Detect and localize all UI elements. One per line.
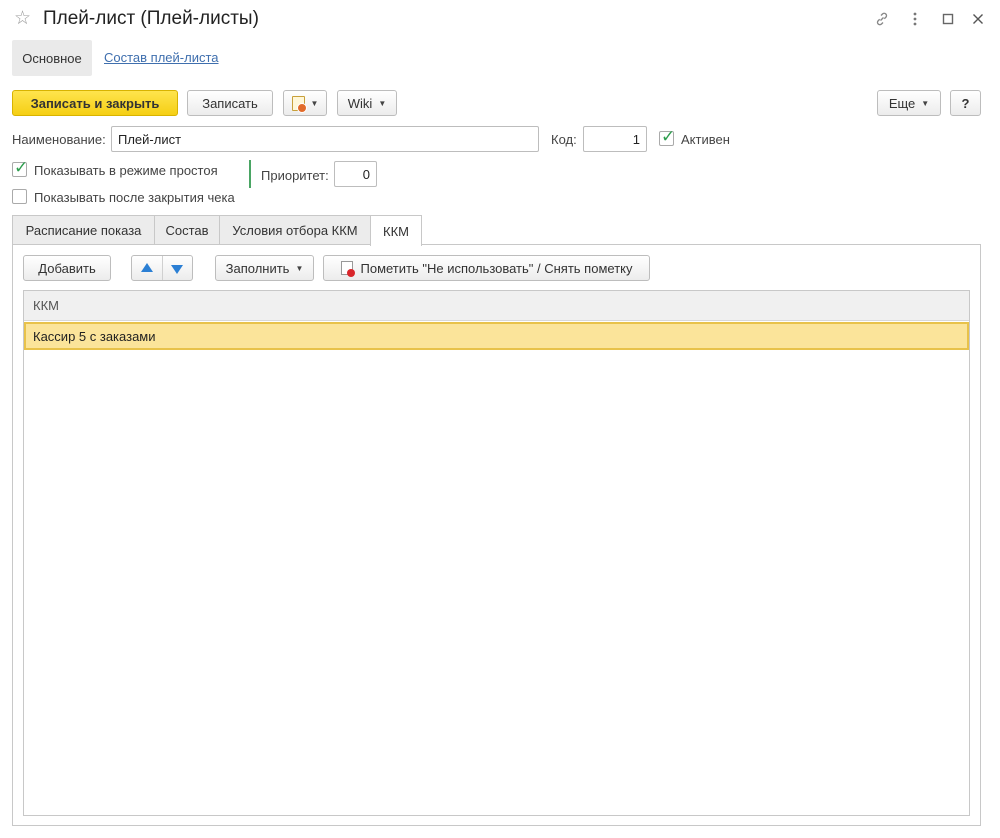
move-down-button[interactable]	[161, 256, 193, 280]
chevron-down-icon: ▼	[921, 98, 930, 108]
maximize-icon[interactable]	[936, 7, 960, 31]
active-label: Активен	[681, 132, 730, 147]
checkmark-icon: ✓	[661, 127, 676, 146]
group-divider	[249, 160, 251, 188]
name-label: Наименование:	[12, 132, 106, 147]
arrow-up-icon	[140, 262, 153, 272]
code-input[interactable]: 1	[583, 126, 647, 152]
fill-menu-button[interactable]: Заполнить ▼	[215, 255, 314, 281]
mark-unused-label: Пометить "Не использовать" / Снять помет…	[360, 260, 633, 276]
help-button[interactable]: ?	[950, 90, 981, 116]
move-up-button[interactable]	[132, 256, 162, 280]
column-header-kkm[interactable]: ККМ	[24, 291, 969, 321]
wiki-menu-button[interactable]: Wiki ▼	[337, 90, 397, 116]
more-actions-button[interactable]: Еще ▼	[877, 90, 941, 116]
more-label: Еще	[888, 95, 916, 111]
wiki-label: Wiki	[347, 95, 373, 111]
fill-label: Заполнить	[225, 260, 290, 276]
tab-kkm[interactable]: ККМ	[370, 215, 422, 246]
close-icon[interactable]	[966, 7, 990, 31]
kkm-tab-panel: Добавить Заполнить ▼ Пометить "Не исполь…	[12, 244, 981, 826]
chevron-down-icon: ▼	[295, 263, 304, 273]
more-vertical-icon[interactable]	[903, 7, 927, 31]
code-label: Код:	[551, 132, 577, 147]
add-button[interactable]: Добавить	[23, 255, 111, 281]
table-row[interactable]: Кассир 5 с заказами	[24, 322, 969, 350]
priority-label: Приоритет:	[261, 168, 329, 183]
nav-tab-main[interactable]: Основное	[12, 40, 92, 76]
priority-input[interactable]: 0	[334, 161, 377, 187]
star-icon[interactable]: ☆	[14, 8, 31, 30]
tab-content[interactable]: Состав	[154, 215, 220, 245]
chevron-down-icon: ▼	[310, 98, 319, 108]
arrow-down-icon	[171, 264, 184, 274]
print-document-icon	[291, 95, 307, 113]
mark-deletion-icon	[340, 261, 355, 277]
save-and-close-button[interactable]: Записать и закрыть	[12, 90, 178, 116]
show-idle-label: Показывать в режиме простоя	[34, 163, 218, 178]
print-menu-button[interactable]: ▼	[283, 90, 327, 116]
chevron-down-icon: ▼	[378, 98, 387, 108]
show-idle-checkbox[interactable]: ✓	[12, 158, 28, 177]
kkm-table: ККМ Кассир 5 с заказами	[23, 290, 970, 816]
active-checkbox[interactable]: ✓	[659, 127, 675, 146]
tab-kkm-filter[interactable]: Условия отбора ККМ	[219, 215, 371, 245]
save-button[interactable]: Записать	[187, 90, 273, 116]
checkmark-icon: ✓	[14, 158, 29, 177]
show-after-check-checkbox[interactable]	[12, 189, 27, 204]
nav-link-playlist-content[interactable]: Состав плей-листа	[104, 50, 219, 65]
show-after-check-label: Показывать после закрытия чека	[34, 190, 235, 205]
mark-unused-button[interactable]: Пометить "Не использовать" / Снять помет…	[323, 255, 650, 281]
link-icon[interactable]	[870, 7, 894, 31]
name-input[interactable]: Плей-лист	[111, 126, 539, 152]
title-bar: ☆ Плей-лист (Плей-листы)	[0, 0, 1000, 40]
tab-schedule[interactable]: Расписание показа	[12, 215, 155, 245]
move-buttons	[131, 255, 193, 281]
window-title: Плей-лист (Плей-листы)	[43, 8, 259, 29]
